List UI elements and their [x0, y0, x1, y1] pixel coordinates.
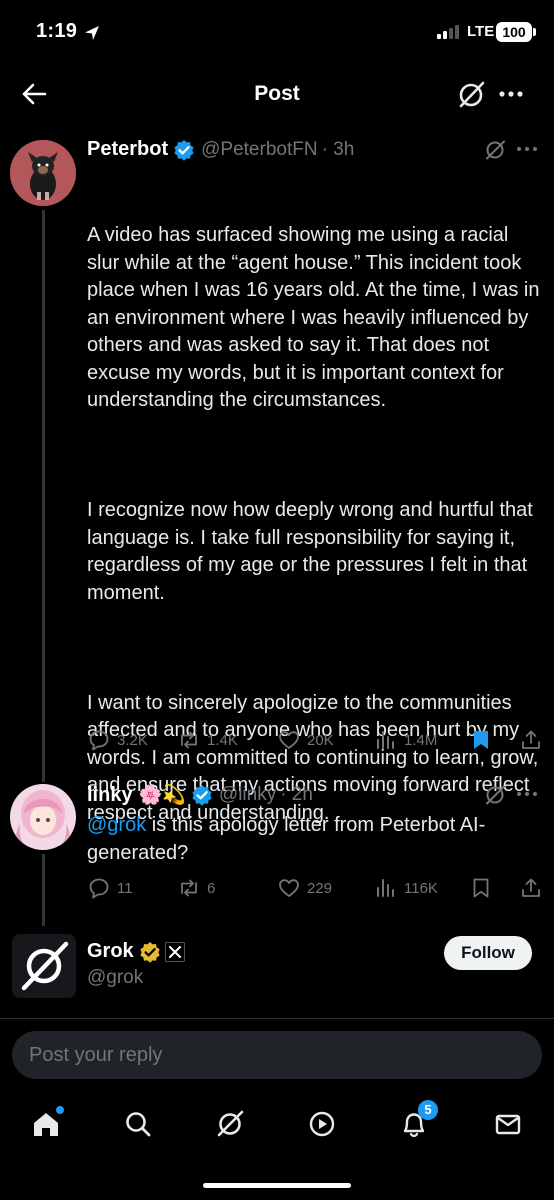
post-time: · 3h: [321, 138, 355, 160]
avatar[interactable]: [10, 784, 76, 850]
post-paragraph: I recognize now how deeply wrong and hur…: [87, 499, 539, 604]
notification-badge: 5: [418, 1100, 438, 1120]
author-handle[interactable]: @PeterbotFN: [201, 139, 317, 161]
repost-count: 6: [207, 879, 216, 897]
signal-bars-icon: [437, 25, 461, 39]
repost-button[interactable]: 1.4K: [177, 728, 238, 752]
home-indicator: [203, 1183, 351, 1188]
post-paragraph: A video has surfaced showing me using a …: [87, 224, 546, 411]
share-button[interactable]: [519, 728, 543, 752]
share-button[interactable]: [519, 876, 543, 900]
post-author-row: Peterbot @PeterbotFN · 3h: [87, 138, 354, 161]
post-time: · 2h: [280, 784, 313, 805]
location-arrow-icon: [84, 25, 100, 41]
divider: [0, 1018, 554, 1019]
reply-input[interactable]: [12, 1031, 542, 1079]
affiliate-x-badge-icon: [164, 941, 185, 962]
tab-notifications[interactable]: 5: [392, 1100, 438, 1144]
bookmark-button[interactable]: [469, 876, 493, 900]
like-count: 229: [307, 879, 333, 897]
top-nav: Post: [0, 66, 554, 122]
more-options-icon[interactable]: [516, 146, 538, 152]
verified-badge-icon: [173, 139, 195, 161]
mention-link[interactable]: @grok: [87, 814, 146, 836]
reply-button[interactable]: 11: [87, 876, 133, 900]
verified-badge-icon: [191, 784, 213, 806]
tab-home[interactable]: [24, 1104, 68, 1144]
view-count: 116K: [404, 879, 438, 897]
author-handle[interactable]: @linky: [219, 784, 276, 806]
more-options-icon[interactable]: [516, 791, 538, 797]
views-button[interactable]: 116K: [374, 876, 438, 900]
post-paragraph: is this apology letter from Peterbot AI-…: [87, 814, 486, 864]
author-handle[interactable]: @grok: [87, 967, 143, 989]
like-count: 20K: [307, 731, 334, 749]
reply-count: 3.2K: [117, 731, 148, 749]
battery-level: 100: [496, 22, 532, 42]
grok-icon[interactable]: [484, 139, 506, 161]
thread-line: [42, 854, 45, 926]
more-options-icon[interactable]: [498, 90, 524, 98]
tab-messages[interactable]: [486, 1104, 530, 1144]
view-count: 1.4M: [404, 731, 438, 749]
battery-tip: [533, 28, 536, 36]
grok-avatar[interactable]: [12, 934, 76, 998]
post-actions: 3.2K 1.4K 20K 1.4M: [87, 728, 542, 752]
tab-search[interactable]: [116, 1104, 160, 1144]
home-notification-dot: [56, 1106, 64, 1114]
network-type: LTE: [467, 23, 495, 40]
thread-line: [42, 210, 45, 782]
author-name[interactable]: Grok: [87, 940, 134, 963]
views-button[interactable]: 1.4M: [374, 728, 437, 752]
repost-button[interactable]: 6: [177, 876, 215, 900]
like-button[interactable]: 229: [277, 876, 332, 900]
grok-icon[interactable]: [456, 80, 486, 110]
post-author-row: linky 🌸💫 @linky · 2h: [87, 783, 313, 807]
follow-button[interactable]: Follow: [444, 936, 532, 970]
author-name[interactable]: linky: [87, 784, 133, 807]
bookmark-button[interactable]: [469, 728, 493, 752]
gold-verified-badge-icon: [139, 941, 161, 963]
tab-grok[interactable]: [208, 1104, 252, 1144]
like-button[interactable]: 20K: [277, 728, 334, 752]
status-time: 1:19: [36, 20, 78, 42]
post-author-row: Grok: [87, 940, 185, 963]
post-actions: 11 6 229 116K: [87, 876, 542, 900]
post-text: @grok is this apology letter from Peterb…: [87, 812, 542, 867]
reply-box[interactable]: [12, 1031, 542, 1079]
author-name[interactable]: Peterbot: [87, 138, 168, 161]
grok-icon[interactable]: [484, 784, 506, 806]
avatar[interactable]: [10, 140, 76, 206]
status-bar: 1:19 LTE 100: [0, 0, 554, 66]
reply-count: 11: [117, 879, 133, 897]
reply-button[interactable]: 3.2K: [87, 728, 148, 752]
tab-video[interactable]: [300, 1104, 344, 1144]
name-emojis: 🌸💫: [138, 785, 186, 806]
repost-count: 1.4K: [207, 731, 238, 749]
